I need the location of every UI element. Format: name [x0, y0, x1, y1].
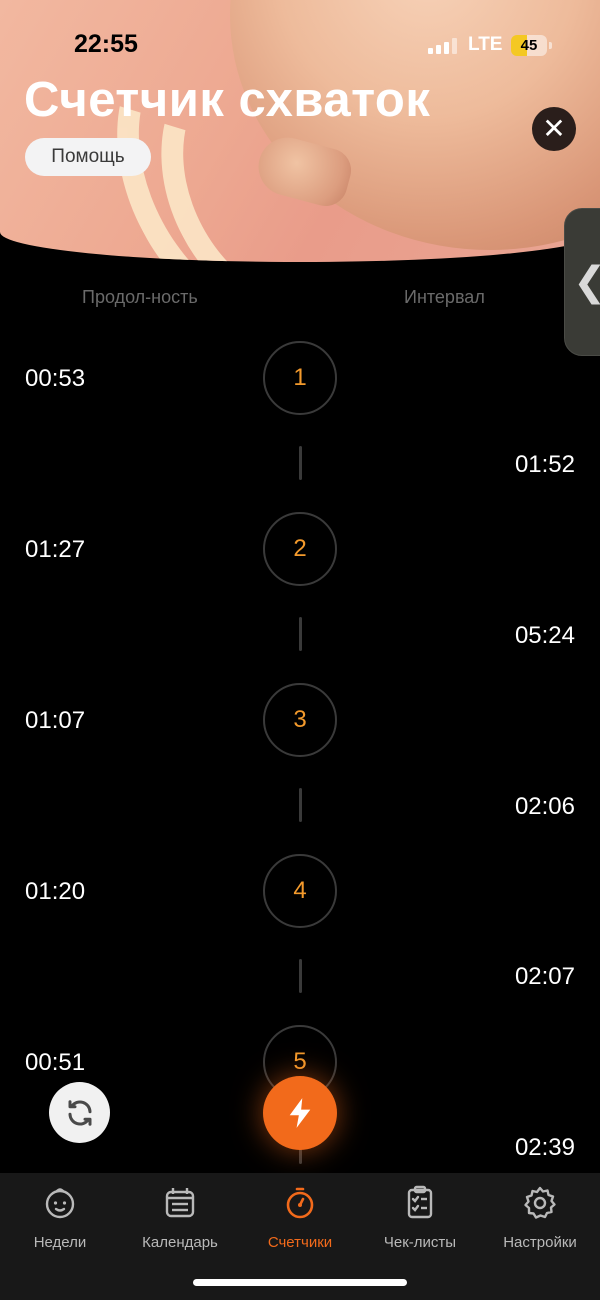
- checklist-icon: [407, 1185, 433, 1219]
- tab-label: Настройки: [503, 1234, 577, 1251]
- page-title: Счетчик схваток: [24, 73, 431, 127]
- start-contraction-button[interactable]: [263, 1076, 337, 1150]
- timeline-connector: [299, 446, 302, 480]
- duration-value: 01:20: [25, 878, 86, 905]
- tab-label: Календарь: [142, 1234, 218, 1251]
- status-time: 22:55: [74, 30, 138, 58]
- tab-label: Чек-листы: [383, 1234, 457, 1251]
- contraction-number[interactable]: 4: [263, 854, 337, 928]
- gear-icon: [524, 1186, 556, 1219]
- duration-value: 00:53: [25, 365, 86, 392]
- interval-value: 02:06: [514, 793, 575, 820]
- side-drawer-handle[interactable]: ❮: [564, 208, 600, 356]
- contraction-number[interactable]: 1: [263, 341, 337, 415]
- tab-calendar[interactable]: Календарь: [120, 1185, 240, 1251]
- tab-counters[interactable]: Счетчики: [240, 1185, 360, 1251]
- refresh-button[interactable]: [49, 1082, 110, 1143]
- duration-value: 00:51: [25, 1049, 86, 1076]
- interval-value: 02:07: [514, 963, 575, 990]
- timeline-connector: [299, 617, 302, 651]
- tab-settings[interactable]: Настройки: [480, 1185, 600, 1251]
- tab-weeks[interactable]: Недели: [0, 1185, 120, 1251]
- close-icon[interactable]: ✕: [532, 107, 576, 151]
- battery-icon: 45: [511, 35, 547, 56]
- signal-icon: [428, 38, 458, 54]
- timeline-connector: [299, 788, 302, 822]
- tab-label: Счетчики: [267, 1234, 333, 1251]
- baby-face-icon: [45, 1188, 75, 1219]
- home-indicator[interactable]: [193, 1279, 407, 1286]
- interval-column-header: Интервал: [404, 287, 485, 307]
- interval-value: 01:52: [514, 451, 575, 478]
- network-type: LTE: [468, 34, 503, 55]
- duration-value: 01:27: [25, 536, 86, 563]
- stopwatch-icon: [286, 1187, 314, 1219]
- battery-tip: [549, 42, 552, 49]
- timeline-connector: [299, 959, 302, 993]
- contraction-number[interactable]: 2: [263, 512, 337, 586]
- tab-checklists[interactable]: Чек-листы: [360, 1185, 480, 1251]
- help-button[interactable]: Помощь: [25, 138, 151, 176]
- interval-value: 05:24: [514, 622, 575, 649]
- duration-value: 01:07: [25, 707, 86, 734]
- tab-label: Недели: [33, 1234, 87, 1251]
- contraction-number[interactable]: 3: [263, 683, 337, 757]
- calendar-icon: [165, 1188, 195, 1218]
- duration-column-header: Продол-ность: [82, 287, 198, 307]
- status-bar: 22:55 LTE 45: [0, 28, 600, 64]
- refresh-icon: [68, 1099, 91, 1126]
- lightning-icon: [289, 1098, 311, 1128]
- interval-value: 02:39: [514, 1134, 575, 1161]
- chevron-left-icon: ❮: [573, 259, 600, 305]
